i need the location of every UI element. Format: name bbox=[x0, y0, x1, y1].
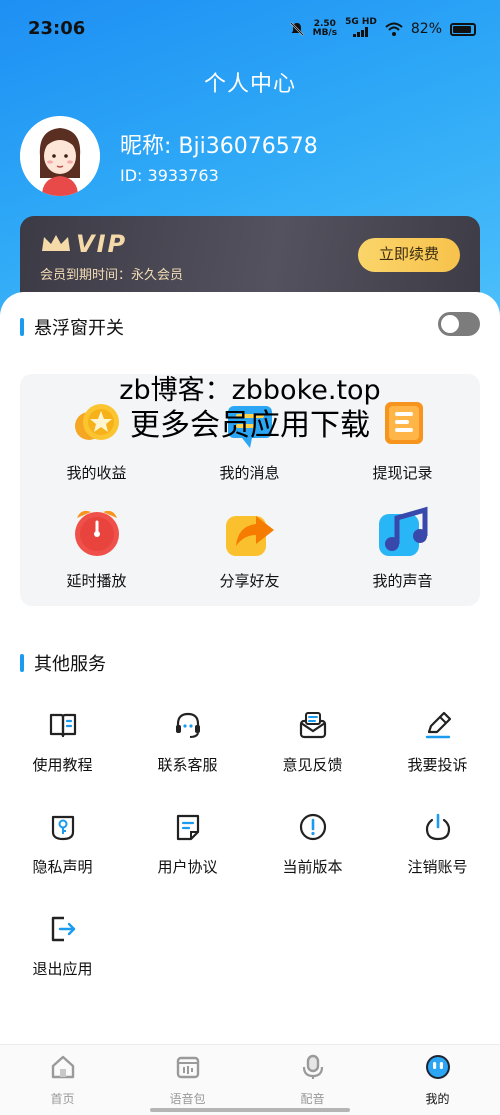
other-services-header: 其他服务 bbox=[20, 650, 106, 676]
feature-item-messages[interactable]: 我的消息 bbox=[173, 396, 326, 483]
page-title: 个人中心 bbox=[203, 72, 296, 97]
service-label: 联系客服 bbox=[157, 756, 218, 774]
service-label: 退出应用 bbox=[32, 960, 93, 978]
wifi-icon bbox=[385, 22, 403, 36]
feature-label: 延时播放 bbox=[66, 572, 127, 590]
info-circle-icon bbox=[298, 812, 328, 842]
tab-label: 语音包 bbox=[169, 1092, 206, 1106]
voice-pack-icon bbox=[176, 1056, 199, 1079]
tab-dubbing[interactable]: 配音 bbox=[250, 1053, 375, 1107]
network-speed: 2.50 MB/s bbox=[313, 20, 337, 38]
user-id: ID: 3933763 bbox=[120, 166, 219, 185]
feature-label: 分享好友 bbox=[219, 572, 280, 590]
music-note-icon bbox=[375, 504, 431, 560]
section-accent-bar bbox=[20, 318, 24, 336]
book-icon bbox=[48, 710, 78, 740]
service-item-privacy[interactable]: 隐私声明 bbox=[0, 812, 125, 877]
feature-item-share[interactable]: 分享好友 bbox=[173, 504, 326, 591]
feature-item-earnings[interactable]: 我的收益 bbox=[20, 396, 173, 483]
home-icon bbox=[51, 1055, 74, 1079]
tab-voice-pack[interactable]: 语音包 bbox=[125, 1053, 250, 1107]
signal-bars-icon bbox=[352, 27, 368, 37]
document-icon bbox=[173, 812, 203, 842]
feature-grid: 我的收益 我的消息 提现记录 延时播放 分享好友 我的声音 bbox=[20, 374, 480, 606]
service-item-customer-service[interactable]: 联系客服 bbox=[125, 710, 250, 775]
service-label: 用户协议 bbox=[157, 858, 218, 876]
power-icon bbox=[423, 812, 453, 842]
crown-icon bbox=[42, 235, 70, 251]
service-label: 当前版本 bbox=[282, 858, 343, 876]
status-icons: 2.50 MB/s 5G HD 82% bbox=[289, 18, 476, 40]
microphone-icon bbox=[302, 1054, 323, 1079]
status-bar: 23:06 2.50 MB/s 5G HD 82% bbox=[0, 0, 500, 56]
feature-item-my-voice[interactable]: 我的声音 bbox=[326, 504, 479, 591]
service-item-tutorial[interactable]: 使用教程 bbox=[0, 710, 125, 775]
renew-button[interactable]: 立即续费 bbox=[358, 238, 460, 272]
bell-muted-icon bbox=[289, 22, 304, 36]
feature-item-withdraw-records[interactable]: 提现记录 bbox=[326, 396, 479, 483]
service-item-user-agreement[interactable]: 用户协议 bbox=[125, 812, 250, 877]
pen-icon bbox=[423, 710, 453, 740]
floating-window-title: 悬浮窗开关 bbox=[34, 318, 124, 339]
network-speed-unit: MB/s bbox=[312, 28, 338, 38]
profile-face-icon bbox=[425, 1055, 450, 1079]
service-item-current-version[interactable]: 当前版本 bbox=[250, 812, 375, 877]
feedback-mail-icon bbox=[298, 710, 328, 740]
feature-label: 我的收益 bbox=[66, 464, 127, 482]
floating-window-toggle[interactable] bbox=[438, 312, 480, 336]
message-icon bbox=[222, 396, 278, 452]
service-label: 我要投诉 bbox=[407, 756, 468, 774]
feature-label: 我的消息 bbox=[219, 464, 280, 482]
service-label: 注销账号 bbox=[407, 858, 468, 876]
tab-label: 我的 bbox=[425, 1092, 450, 1106]
avatar[interactable] bbox=[20, 116, 100, 196]
alarm-clock-icon bbox=[69, 504, 125, 560]
service-item-delete-account[interactable]: 注销账号 bbox=[375, 812, 500, 877]
key-shield-icon bbox=[48, 812, 78, 842]
section-accent-bar bbox=[20, 654, 24, 672]
feature-label: 我的声音 bbox=[372, 572, 433, 590]
logout-icon bbox=[48, 914, 78, 944]
service-label: 隐私声明 bbox=[32, 858, 93, 876]
service-label: 使用教程 bbox=[32, 756, 93, 774]
status-time: 23:06 bbox=[28, 18, 86, 39]
battery-icon bbox=[450, 22, 476, 36]
other-services-title: 其他服务 bbox=[34, 654, 106, 675]
vip-logo: VIP bbox=[40, 230, 127, 258]
coins-icon bbox=[69, 396, 125, 452]
vip-badge: VIP bbox=[76, 230, 128, 258]
tab-home[interactable]: 首页 bbox=[0, 1053, 125, 1107]
tab-mine[interactable]: 我的 bbox=[375, 1053, 500, 1107]
home-indicator[interactable] bbox=[150, 1108, 350, 1112]
user-nickname: 昵称: Bji36076578 bbox=[120, 134, 318, 159]
vip-expire-text: 会员到期时间：永久会员 bbox=[40, 268, 184, 283]
feature-item-delayed-play[interactable]: 延时播放 bbox=[20, 504, 173, 591]
record-icon bbox=[375, 396, 431, 452]
girl-avatar-icon bbox=[20, 116, 100, 196]
service-label: 意见反馈 bbox=[282, 756, 343, 774]
service-item-feedback[interactable]: 意见反馈 bbox=[250, 710, 375, 775]
service-item-complaint[interactable]: 我要投诉 bbox=[375, 710, 500, 775]
bottom-tab-bar: 首页 语音包 配音 我的 bbox=[0, 1044, 500, 1115]
signal-5g: 5G HD bbox=[345, 18, 377, 40]
network-type: 5G HD bbox=[345, 17, 377, 27]
tab-label: 首页 bbox=[50, 1092, 75, 1106]
battery-percent: 82% bbox=[410, 21, 442, 37]
headset-icon bbox=[173, 710, 203, 740]
feature-label: 提现记录 bbox=[372, 464, 433, 482]
service-item-exit-app[interactable]: 退出应用 bbox=[0, 914, 125, 979]
tab-label: 配音 bbox=[300, 1092, 325, 1106]
share-icon bbox=[222, 504, 278, 560]
floating-window-header: 悬浮窗开关 bbox=[20, 314, 124, 340]
